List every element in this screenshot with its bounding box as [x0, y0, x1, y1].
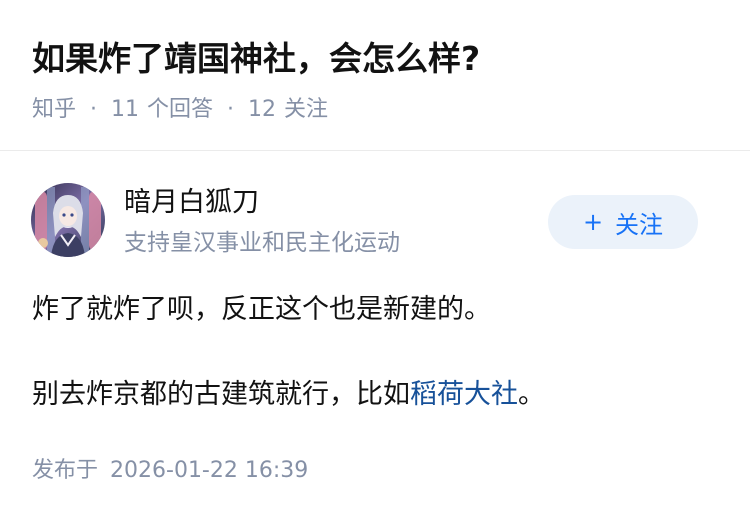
author-bio: 支持皇汉事业和民主化运动 [124, 230, 400, 256]
answer-paragraph: 别去炸京都的古建筑就行，比如稻荷大社。 [32, 375, 545, 415]
answers-count: 11 [111, 97, 140, 122]
answer-text: 。 [518, 379, 545, 410]
answer-paragraph: 炸了就炸了呗，反正这个也是新建的。 [32, 294, 491, 325]
published-date: 2026-01-22 16:39 [110, 458, 309, 483]
avatar-image [31, 183, 105, 257]
answer-text: 别去炸京都的古建筑就行，比如 [32, 379, 410, 410]
inline-link[interactable]: 稻荷大社 [410, 379, 518, 410]
follow-label: 关注 [615, 210, 664, 239]
follow-button[interactable]: + 关注 [548, 195, 698, 249]
divider [0, 150, 750, 151]
question-title[interactable]: 如果炸了靖国神社，会怎么样? [32, 36, 480, 82]
separator-dot: · [227, 97, 235, 122]
source-label[interactable]: 知乎 [32, 94, 76, 126]
answers-label: 个回答 [147, 97, 214, 122]
author-name[interactable]: 暗月白狐刀 [124, 184, 259, 222]
plus-icon: + [582, 208, 604, 236]
separator-dot: · [90, 97, 98, 122]
followers-label: 关注 [284, 97, 329, 122]
followers-count: 12 [248, 97, 277, 122]
published-label: 发布于 [32, 458, 99, 483]
author-avatar[interactable] [31, 183, 105, 257]
question-meta: 知乎 · 11 个回答 · 12 关注 [32, 94, 328, 126]
publish-time: 发布于 2026-01-22 16:39 [32, 454, 308, 488]
